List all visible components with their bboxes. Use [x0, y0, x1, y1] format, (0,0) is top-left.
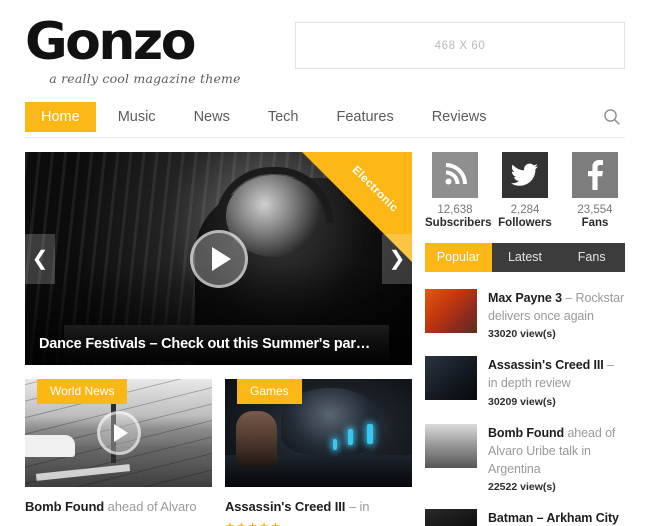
list-item-title[interactable]: Bomb Found ahead of Alvaro Uribe talk in…: [488, 424, 625, 478]
card-thumbnail[interactable]: World News: [25, 379, 212, 487]
sidebar-tabs: Popular Latest Fans: [425, 243, 625, 272]
card-category-badge-games[interactable]: Games: [237, 379, 302, 404]
card-world-news[interactable]: World News Bomb Found ahead of Alvaro: [25, 379, 212, 526]
list-item[interactable]: Bomb Found ahead of Alvaro Uribe talk in…: [425, 417, 625, 502]
social-count: 12,638: [437, 204, 473, 216]
site-tagline: a really cool magazine theme: [49, 71, 241, 87]
card-title-rest: – in: [345, 499, 370, 514]
list-item-title[interactable]: Assassin's Creed III – in depth review: [488, 356, 625, 392]
list-item-thumbnail[interactable]: [425, 356, 477, 401]
ad-banner-label: 468 X 60: [434, 39, 486, 52]
list-item-title-bold: Assassin's Creed III: [488, 358, 604, 373]
list-item[interactable]: Max Payne 3 – Rockstar delivers once aga…: [425, 282, 625, 349]
twitter-icon[interactable]: [502, 152, 548, 198]
hero-play-button[interactable]: [189, 229, 248, 288]
tab-popular[interactable]: Popular: [425, 243, 492, 272]
brand-block[interactable]: Gonzo a really cool magazine theme: [25, 14, 275, 87]
card-play-button[interactable]: [96, 411, 141, 455]
list-item-title-bold: Batman – Arkham City: [488, 510, 619, 525]
card-title-bold: Bomb Found: [25, 499, 105, 514]
search-icon[interactable]: [603, 108, 625, 126]
card-games[interactable]: Games Assassin's Creed III – in ★★★★★: [225, 379, 412, 526]
list-item[interactable]: Assassin's Creed III – in depth review 3…: [425, 349, 625, 416]
nav-item-features[interactable]: Features: [320, 102, 409, 132]
social-count: 2,284: [510, 204, 540, 216]
list-item-views: 30209 view(s): [488, 395, 556, 408]
card-category-badge-world-news[interactable]: World News: [37, 379, 128, 404]
card-star-rating: ★★★★★: [225, 520, 412, 526]
list-item-title[interactable]: Max Payne 3 – Rockstar delivers once aga…: [488, 289, 625, 325]
list-item-thumbnail[interactable]: [425, 508, 477, 526]
popular-posts-list: Max Payne 3 – Rockstar delivers once aga…: [425, 282, 625, 526]
main-navigation: Home Music News Tech Features Reviews: [25, 96, 625, 138]
card-title-world-news[interactable]: Bomb Found ahead of Alvaro: [25, 498, 212, 516]
hero-title[interactable]: Dance Festivals – Check out this Summer'…: [25, 327, 412, 365]
social-label: Followers: [498, 217, 552, 229]
list-item-views: 33020 view(s): [488, 328, 556, 341]
list-item-title[interactable]: Batman – Arkham City: [488, 509, 619, 526]
site-logo[interactable]: Gonzo: [25, 16, 275, 68]
card-thumbnail[interactable]: Games: [225, 379, 412, 487]
social-twitter[interactable]: 2,284 Followers: [495, 152, 555, 229]
social-counters: 12,638 Subscribers 2,284 Followers 23,55…: [425, 152, 625, 229]
nav-item-reviews[interactable]: Reviews: [416, 102, 503, 132]
rss-icon[interactable]: [432, 152, 478, 198]
card-title-rest: ahead of Alvaro: [104, 499, 197, 514]
featured-cards: World News Bomb Found ahead of Alvaro Ga…: [25, 379, 412, 526]
ad-banner-placeholder[interactable]: 468 X 60: [295, 22, 625, 69]
nav-wrapper: Home Music News Tech Features Reviews: [0, 96, 650, 138]
list-item-thumbnail[interactable]: [425, 423, 477, 468]
site-header: Gonzo a really cool magazine theme 468 X…: [0, 0, 650, 96]
social-label: Fans: [581, 217, 609, 229]
content-area: Electronic ❮ ❯ Dance Festivals – Check o…: [0, 138, 650, 526]
social-rss[interactable]: 12,638 Subscribers: [425, 152, 492, 229]
social-count: 23,554: [577, 204, 613, 216]
list-item-views: 22522 view(s): [488, 480, 556, 493]
main-column: Electronic ❮ ❯ Dance Festivals – Check o…: [25, 152, 412, 526]
social-label: Subscribers: [425, 217, 492, 229]
social-facebook[interactable]: 23,554 Fans: [565, 152, 625, 229]
list-item[interactable]: Batman – Arkham City: [425, 502, 625, 526]
slider-prev-arrow-icon[interactable]: ❮: [25, 233, 55, 284]
slider-next-arrow-icon[interactable]: ❯: [382, 233, 412, 284]
page-root: Gonzo a really cool magazine theme 468 X…: [0, 0, 650, 526]
card-title-bold: Assassin's Creed III: [225, 499, 346, 514]
nav-item-music[interactable]: Music: [102, 102, 172, 132]
facebook-icon[interactable]: [572, 152, 618, 198]
list-item-title-bold: Bomb Found: [488, 425, 565, 440]
nav-item-home[interactable]: Home: [25, 101, 96, 132]
hero-slider[interactable]: Electronic ❮ ❯ Dance Festivals – Check o…: [25, 152, 412, 365]
sidebar: 12,638 Subscribers 2,284 Followers 23,55…: [425, 152, 625, 526]
list-item-title-bold: Max Payne 3: [488, 291, 562, 305]
tab-fans[interactable]: Fans: [558, 243, 625, 272]
card-title-games[interactable]: Assassin's Creed III – in: [225, 498, 412, 516]
nav-item-tech[interactable]: Tech: [252, 102, 315, 132]
tab-latest[interactable]: Latest: [492, 243, 559, 272]
play-icon: [113, 424, 128, 442]
list-item-thumbnail[interactable]: [425, 289, 477, 333]
play-icon: [211, 246, 231, 271]
nav-item-news[interactable]: News: [178, 102, 246, 132]
